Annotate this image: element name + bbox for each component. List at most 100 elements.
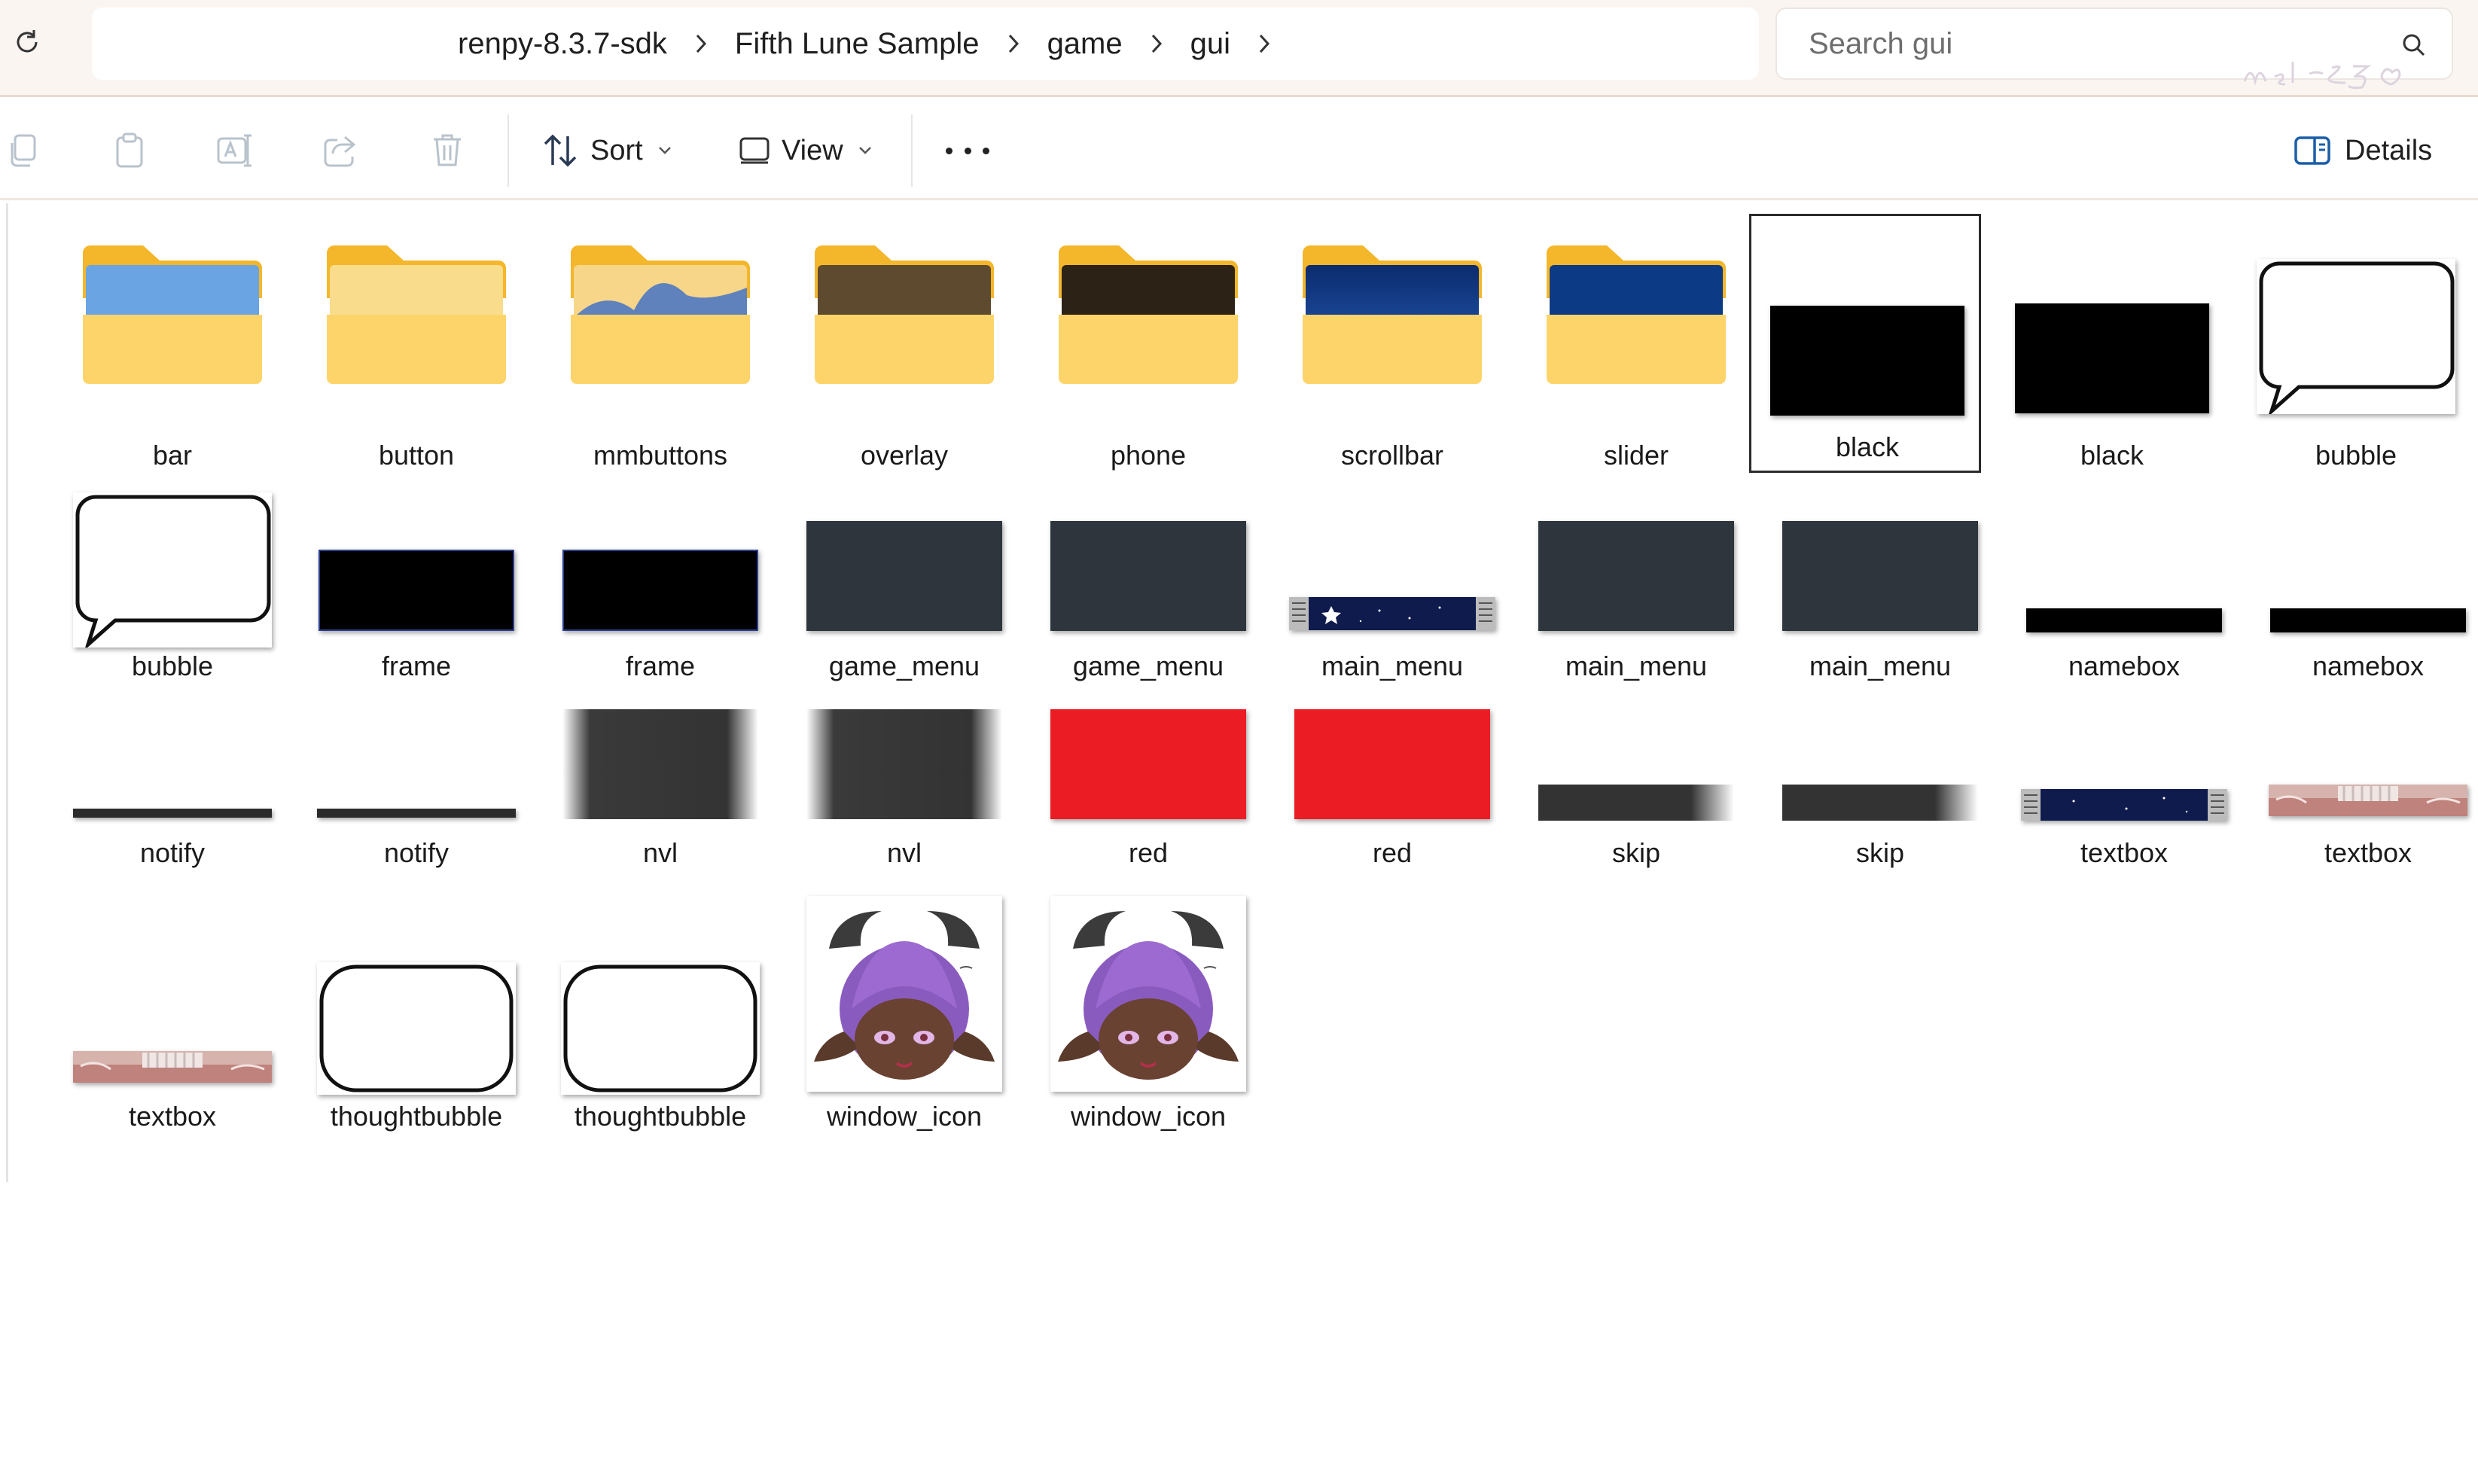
copy-icon[interactable] [3,130,45,172]
folder-item[interactable]: slider [1520,212,1752,471]
refresh-icon[interactable] [6,21,48,63]
signature-watermark [2240,54,2406,99]
file-name: textbox [128,1101,217,1132]
folder-item[interactable]: bar [56,212,288,471]
folder-icon [1520,235,1752,385]
file-name: black [2080,440,2144,471]
more-options-icon[interactable] [941,130,994,172]
chevron-right-icon[interactable] [1123,21,1190,66]
file-thumbnail [1276,595,1508,632]
chevron-down-icon [858,147,871,154]
file-name: frame [381,651,452,681]
view-button[interactable]: View [738,120,872,181]
file-item[interactable]: window_icon [1032,891,1264,1163]
file-name: nvl [886,837,922,868]
file-item[interactable]: frame [300,482,532,708]
breadcrumb-item[interactable]: renpy-8.3.7-sdk [458,27,667,61]
file-item[interactable]: skip [1520,705,1752,893]
file-item[interactable]: frame [544,482,776,708]
chevron-right-icon[interactable] [667,21,735,66]
file-thumbnail [2008,607,2240,634]
file-item[interactable]: textbox [2008,705,2240,893]
file-item[interactable]: notify [56,705,288,893]
file-item[interactable]: main_menu [1520,482,1752,708]
file-thumbnail [544,961,776,1096]
file-item[interactable]: red [1032,705,1264,893]
chevron-right-icon[interactable] [1230,21,1298,66]
file-grid: bar button mmbuttons overlay phone scrol… [6,203,2478,1182]
file-name: red [1128,837,1169,868]
file-name: nvl [642,837,678,868]
file-item[interactable]: main_menu [1764,482,1996,708]
file-name: main_menu [1565,651,1708,681]
folder-item[interactable]: scrollbar [1276,212,1508,471]
file-thumbnail [1764,520,1996,632]
file-thumbnail [2008,788,2240,822]
file-item[interactable]: textbox [56,891,288,1163]
file-name: window_icon [826,1101,983,1132]
file-name: slider [1603,440,1669,471]
file-item[interactable]: nvl [788,705,1020,893]
file-name: frame [625,651,696,681]
file-item[interactable]: bubble [2240,212,2472,471]
file-name: scrollbar [1340,440,1444,471]
file-thumbnail [1032,520,1264,632]
file-item-selected[interactable]: black [1749,214,1981,473]
sort-button[interactable]: Sort [542,120,672,181]
breadcrumb-item[interactable]: gui [1190,27,1230,61]
file-item[interactable]: skip [1764,705,1996,893]
folder-item[interactable]: phone [1032,212,1264,471]
breadcrumb-item[interactable]: game [1047,27,1123,61]
file-thumbnail [300,548,532,632]
share-icon[interactable] [319,130,361,172]
file-item[interactable]: game_menu [1032,482,1264,708]
file-name: bubble [2315,440,2397,471]
folder-item[interactable]: overlay [788,212,1020,471]
address-bar-row: renpy-8.3.7-sdk Fifth Lune Sample game g… [0,0,2478,97]
file-item[interactable]: window_icon [788,891,1020,1163]
file-thumbnail [1520,783,1752,822]
file-item[interactable]: game_menu [788,482,1020,708]
details-pane-button[interactable]: Details [2294,120,2432,181]
folder-item[interactable]: mmbuttons [544,212,776,471]
folder-icon [544,235,776,385]
file-name: phone [1110,440,1187,471]
file-thumbnail [544,708,776,821]
breadcrumb-item[interactable]: Fifth Lune Sample [735,27,980,61]
file-name: game_menu [828,651,980,681]
file-name: game_menu [1072,651,1224,681]
file-item[interactable]: thoughtbubble [300,891,532,1163]
file-name: bar [152,440,193,471]
file-item[interactable]: thoughtbubble [544,891,776,1163]
folder-icon [788,235,1020,385]
file-thumbnail [1032,894,1264,1093]
file-item[interactable]: namebox [2252,482,2478,708]
file-item[interactable]: namebox [2008,482,2240,708]
file-item[interactable]: red [1276,705,1508,893]
file-item[interactable]: nvl [544,705,776,893]
file-item[interactable]: textbox [2252,705,2478,893]
folder-item[interactable]: button [300,212,532,471]
file-item[interactable]: black [1996,212,2228,471]
file-name: overlay [860,440,949,471]
breadcrumb[interactable]: renpy-8.3.7-sdk Fifth Lune Sample game g… [92,8,1759,80]
file-item[interactable]: notify [300,705,532,893]
chevron-down-icon [658,147,671,154]
view-icon [739,137,770,164]
file-item[interactable]: bubble [56,482,288,708]
file-name: button [378,440,455,471]
rename-icon[interactable] [214,130,256,172]
folder-icon [1032,235,1264,385]
file-item[interactable]: main_menu [1276,482,1508,708]
toolbar-separator [911,114,913,187]
file-thumbnail [56,807,288,819]
file-name: namebox [2312,651,2425,681]
file-name: mmbuttons [593,440,728,471]
chevron-right-icon[interactable] [980,21,1047,66]
details-pane-icon [2294,136,2330,165]
folder-icon [56,235,288,385]
folder-icon [1276,235,1508,385]
paste-icon[interactable] [108,130,151,172]
delete-icon[interactable] [426,130,468,172]
command-bar: Sort View Details [0,99,2478,200]
